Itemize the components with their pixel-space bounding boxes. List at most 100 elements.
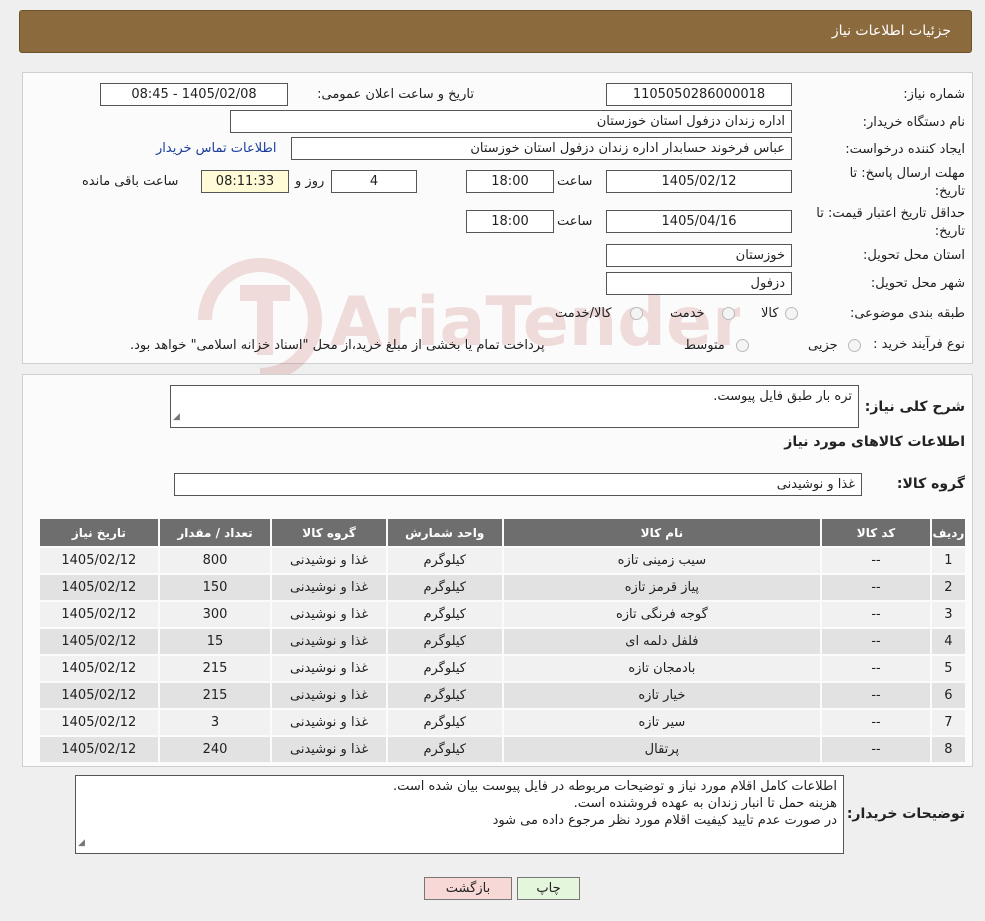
cell-need-date: 1405/02/12 — [40, 629, 158, 654]
summary-label: شرح کلی نیاز: — [864, 399, 965, 415]
cell-goods-code: -- — [822, 656, 930, 681]
cell-quantity: 215 — [159, 683, 271, 708]
cell-quantity: 800 — [159, 548, 271, 573]
cell-goods-group: غذا و نوشیدنی — [272, 656, 386, 681]
cell-row-index: 1 — [931, 548, 965, 573]
category-radio-goods[interactable] — [785, 307, 798, 324]
goods-table: ردیف کد کالا نام کالا واحد شمارش گروه کا… — [38, 517, 967, 765]
cell-unit: کیلوگرم — [387, 683, 502, 708]
category-option-service: خدمت — [670, 306, 705, 321]
resize-handle-icon[interactable]: ◢ — [78, 835, 85, 852]
cell-need-date: 1405/02/12 — [40, 710, 158, 735]
goods-group-field[interactable]: غذا و نوشیدنی — [174, 473, 862, 496]
creator-field[interactable]: عباس فرخوند حسابدار اداره زندان دزفول اس… — [291, 137, 792, 160]
buyer-notes-textarea[interactable]: اطلاعات کامل اقلام مورد نیاز و توضیحات م… — [75, 775, 844, 854]
days-label: روز و — [295, 174, 325, 189]
goods-group-label: گروه کالا: — [896, 476, 965, 492]
validity-label: حداقل تاریخ اعتبار قیمت: تا — [816, 206, 965, 221]
goods-info-title: اطلاعات کالاهای مورد نیاز — [784, 434, 965, 450]
validity-time-field[interactable]: 18:00 — [466, 210, 554, 233]
cell-goods-name: پیاز قرمز تازه — [503, 575, 821, 600]
cell-quantity: 3 — [159, 710, 271, 735]
cell-quantity: 15 — [159, 629, 271, 654]
radio-icon — [722, 307, 735, 320]
creator-label: ایجاد کننده درخواست: — [845, 142, 965, 157]
cell-goods-code: -- — [822, 683, 930, 708]
cell-unit: کیلوگرم — [387, 737, 502, 762]
buyer-contact-link[interactable]: اطلاعات تماس خریدار — [156, 141, 276, 156]
need-number-label: شماره نیاز: — [903, 87, 965, 102]
validity-date-field[interactable]: 1405/04/16 — [606, 210, 792, 233]
page-title: جزئیات اطلاعات نیاز — [831, 23, 951, 39]
cell-unit: کیلوگرم — [387, 629, 502, 654]
cell-need-date: 1405/02/12 — [40, 602, 158, 627]
process-radio-medium[interactable] — [736, 339, 749, 356]
validity-label-2: تاریخ: — [934, 224, 965, 239]
cell-goods-code: -- — [822, 602, 930, 627]
cell-quantity: 240 — [159, 737, 271, 762]
cell-goods-name: پرتقال — [503, 737, 821, 762]
cell-goods-name: سیر تازه — [503, 710, 821, 735]
header-goods-name: نام کالا — [503, 519, 821, 546]
cell-goods-name: سیب زمینی تازه — [503, 548, 821, 573]
cell-goods-code: -- — [822, 710, 930, 735]
resize-handle-icon[interactable]: ◢ — [173, 409, 180, 426]
radio-icon — [736, 339, 749, 352]
cell-quantity: 150 — [159, 575, 271, 600]
deadline-label-2: تاریخ: — [934, 184, 965, 199]
table-row: 8 -- پرتقال کیلوگرم غذا و نوشیدنی 240 1405/02/… — [40, 737, 965, 762]
deadline-date-field[interactable]: 1405/02/12 — [606, 170, 792, 193]
header-need-date: تاریخ نیاز — [40, 519, 158, 546]
cell-goods-name: فلفل دلمه ای — [503, 629, 821, 654]
city-field[interactable]: دزفول — [606, 272, 792, 295]
process-note: پرداخت تمام یا بخشی از مبلغ خرید،از محل … — [130, 338, 545, 353]
table-row: 5 -- بادمجان تازه کیلوگرم غذا و نوشیدنی 215 14… — [40, 656, 965, 681]
category-option-goods-service: کالا/خدمت — [555, 306, 612, 321]
announce-date-field[interactable]: 1405/02/08 - 08:45 — [100, 83, 288, 106]
radio-icon — [785, 307, 798, 320]
city-label: شهر محل تحویل: — [870, 276, 965, 291]
table-row: 6 -- خیار تازه کیلوگرم غذا و نوشیدنی 215 1405/… — [40, 683, 965, 708]
cell-goods-name: بادمجان تازه — [503, 656, 821, 681]
cell-unit: کیلوگرم — [387, 656, 502, 681]
category-label: طبقه بندی موضوعی: — [849, 306, 965, 321]
cell-unit: کیلوگرم — [387, 602, 502, 627]
cell-need-date: 1405/02/12 — [40, 656, 158, 681]
deadline-time-label: ساعت — [557, 174, 593, 189]
process-radio-partial[interactable] — [848, 339, 861, 356]
cell-goods-code: -- — [822, 737, 930, 762]
cell-row-index: 4 — [931, 629, 965, 654]
table-header-row: ردیف کد کالا نام کالا واحد شمارش گروه کا… — [40, 519, 965, 546]
category-radio-service[interactable] — [722, 307, 735, 324]
category-radio-goods-service[interactable] — [630, 307, 643, 324]
cell-goods-name: خیار تازه — [503, 683, 821, 708]
buyer-notes-label: توضیحات خریدار: — [846, 806, 965, 822]
radio-icon — [630, 307, 643, 320]
table-row: 3 -- گوجه فرنگی تازه کیلوگرم غذا و نوشیدنی 30… — [40, 602, 965, 627]
cell-row-index: 3 — [931, 602, 965, 627]
deadline-label: مهلت ارسال پاسخ: تا — [849, 166, 965, 181]
cell-unit: کیلوگرم — [387, 710, 502, 735]
radio-icon — [848, 339, 861, 352]
cell-goods-group: غذا و نوشیدنی — [272, 602, 386, 627]
deadline-time-field[interactable]: 18:00 — [466, 170, 554, 193]
validity-time-label: ساعت — [557, 214, 593, 229]
cell-quantity: 215 — [159, 656, 271, 681]
days-remaining-field[interactable]: 4 — [331, 170, 417, 193]
province-field[interactable]: خوزستان — [606, 244, 792, 267]
need-number-field[interactable]: 1105050286000018 — [606, 83, 792, 106]
cell-goods-code: -- — [822, 548, 930, 573]
cell-row-index: 5 — [931, 656, 965, 681]
summary-textarea[interactable]: تره بار طبق فایل پیوست. ◢ — [170, 385, 859, 428]
process-option-medium: متوسط — [684, 338, 725, 353]
cell-need-date: 1405/02/12 — [40, 548, 158, 573]
cell-row-index: 6 — [931, 683, 965, 708]
cell-need-date: 1405/02/12 — [40, 575, 158, 600]
buyer-org-field[interactable]: اداره زندان دزفول استان خوزستان — [230, 110, 792, 133]
cell-goods-code: -- — [822, 575, 930, 600]
print-button[interactable]: چاپ — [517, 877, 580, 900]
back-button[interactable]: بازگشت — [424, 877, 512, 900]
remaining-label: ساعت باقی مانده — [82, 174, 179, 189]
cell-goods-name: گوجه فرنگی تازه — [503, 602, 821, 627]
table-row: 2 -- پیاز قرمز تازه کیلوگرم غذا و نوشیدنی 150… — [40, 575, 965, 600]
